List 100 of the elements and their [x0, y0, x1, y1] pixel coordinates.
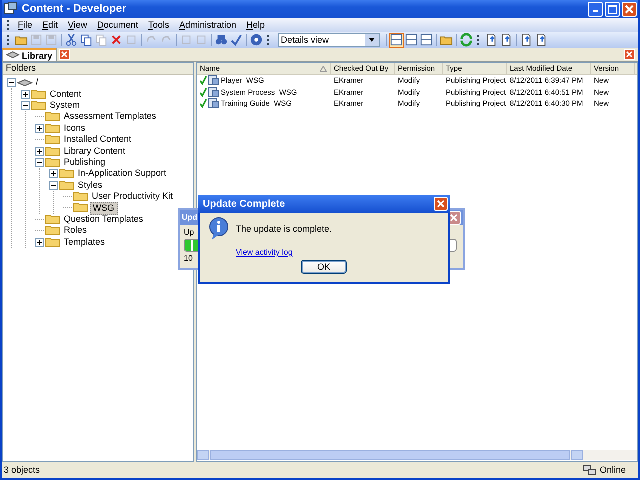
menu-item[interactable]: Help: [242, 20, 272, 30]
folder-item[interactable]: Content: [48, 88, 84, 100]
folder-item[interactable]: Question Templates: [62, 214, 146, 225]
folder-icon: [45, 134, 61, 146]
folder-item[interactable]: Assessment Templates: [62, 111, 158, 122]
folder-item[interactable]: Roles: [62, 225, 90, 236]
delete-icon: [110, 33, 123, 47]
menu-item[interactable]: Edit: [38, 20, 64, 30]
pages-icon: [80, 33, 93, 47]
menu-item[interactable]: Tools: [144, 20, 176, 30]
square-icon: [180, 33, 193, 47]
checkmark-icon: [230, 33, 243, 47]
menu-item[interactable]: View: [64, 20, 94, 30]
toolbar-grip[interactable]: [477, 35, 481, 45]
document-icon: [535, 33, 548, 47]
expand-icon[interactable]: [49, 169, 58, 178]
caret-icon: [365, 34, 379, 46]
folder-item[interactable]: User Productivity Kit: [90, 191, 176, 202]
app-icon: [4, 2, 18, 16]
window-title: Content - Developer: [22, 3, 127, 15]
folder-item[interactable]: Templates: [62, 236, 108, 248]
cut-button[interactable]: [64, 32, 79, 48]
folder-icon: [45, 156, 61, 168]
view-split-button[interactable]: [404, 32, 419, 48]
menu-item[interactable]: Document: [93, 20, 144, 30]
library-tab[interactable]: Library: [2, 48, 57, 61]
folder-item[interactable]: WSG: [90, 202, 118, 214]
view-details-button[interactable]: [389, 32, 404, 48]
layout-icon: [405, 33, 418, 47]
folder-icon: [45, 225, 61, 236]
progress-label: Up: [184, 228, 194, 237]
project-icon: [208, 75, 220, 86]
document-icon: [500, 33, 513, 47]
square-icon: [195, 33, 208, 47]
progress-percent: 10: [184, 254, 193, 263]
info-icon: [208, 217, 230, 241]
view-columns-button[interactable]: [419, 32, 434, 48]
collapse-icon[interactable]: [35, 158, 44, 167]
folder-item[interactable]: Styles: [76, 180, 105, 191]
document-icon: [485, 33, 498, 47]
folder-item[interactable]: Installed Content: [62, 134, 134, 146]
folder-icon: [73, 202, 89, 214]
close-button[interactable]: [622, 2, 637, 16]
refresh-icon: [460, 33, 473, 47]
expand-icon[interactable]: [21, 90, 30, 99]
copy-button[interactable]: [79, 32, 94, 48]
layout-icon: [390, 33, 403, 47]
ok-button[interactable]: OK: [301, 260, 347, 274]
folder-item[interactable]: In-Application Support: [76, 168, 169, 180]
close-icon: [437, 200, 445, 208]
collapse-icon[interactable]: [49, 180, 58, 190]
folder-icon: [59, 180, 75, 191]
find-button[interactable]: [214, 32, 229, 48]
folder-icon: [73, 191, 89, 202]
folder-icon: [45, 111, 61, 122]
horizontal-scrollbar[interactable]: [197, 450, 637, 460]
folder-item[interactable]: Library Content: [62, 146, 128, 157]
expand-icon[interactable]: [35, 124, 44, 133]
expand-icon[interactable]: [35, 238, 44, 247]
folder-icon: [59, 168, 75, 180]
activity-log-link[interactable]: View activity log: [236, 248, 293, 257]
close-icon: [450, 214, 458, 222]
expand-icon[interactable]: [35, 146, 44, 156]
minimize-button[interactable]: [588, 2, 603, 16]
maximize-button[interactable]: [605, 2, 620, 16]
binoculars-icon: [215, 33, 228, 47]
folder-item[interactable]: Icons: [62, 122, 88, 134]
help-icon: [250, 33, 263, 47]
status-text: 3 objects: [4, 465, 40, 475]
dialog-message: The update is complete.: [236, 224, 332, 234]
drive-icon: [6, 51, 20, 60]
folder-icon: [31, 100, 47, 111]
view-dropdown[interactable]: Details view: [278, 33, 380, 47]
network-icon: [582, 464, 597, 476]
folder-icon: [45, 214, 61, 225]
dialog-title: Upd: [182, 213, 198, 222]
scissors-icon: [65, 33, 78, 47]
close-button[interactable]: [434, 197, 448, 211]
close-tab-button[interactable]: [58, 49, 70, 60]
column-header[interactable]: Folders: [3, 63, 193, 75]
folder-item[interactable]: Publishing: [62, 156, 108, 168]
maximize-icon: [608, 4, 617, 14]
close-icon: [625, 4, 634, 14]
folder-item[interactable]: System: [48, 100, 82, 111]
menu-item[interactable]: Administration: [175, 20, 242, 30]
folder-icon: [31, 88, 47, 100]
connection-status: Online: [600, 465, 626, 475]
menu-item[interactable]: File: [14, 20, 39, 30]
toolbar-grip[interactable]: [267, 35, 271, 45]
folder-icon: [45, 236, 61, 248]
folder-item[interactable]: /: [34, 77, 41, 88]
pages-icon: [95, 33, 108, 47]
close-icon: [625, 50, 634, 59]
close-icon: [60, 50, 69, 59]
help-button[interactable]: [249, 32, 264, 48]
collapse-icon[interactable]: [7, 78, 16, 88]
collapse-icon[interactable]: [21, 100, 30, 110]
close-pane-button[interactable]: [624, 49, 635, 60]
spell-button[interactable]: [229, 32, 244, 48]
project-icon: [208, 86, 220, 98]
